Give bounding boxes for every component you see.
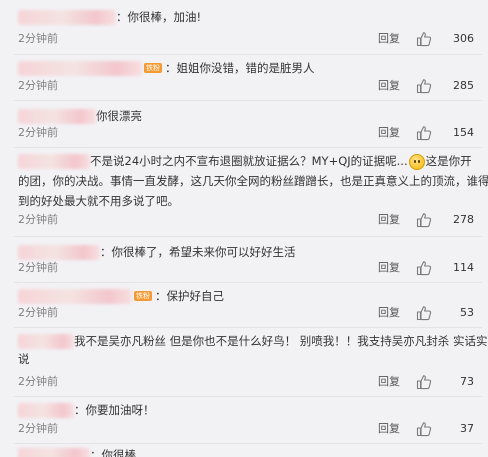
- fan-badge: 铁粉: [134, 290, 152, 301]
- comment-feed: ：你很棒，加油! 2分钟前 回复 306 铁粉 ：姐姐你没错，错的是脏男人 2分钟…: [0, 0, 488, 457]
- comment-text: ：你很棒，加油!: [116, 10, 202, 24]
- username-blurred[interactable]: [18, 109, 96, 124]
- comment-text: 不是说24小时之内不宣布退圈就放证据么？MY+QJ的证据呢...: [90, 154, 408, 168]
- comment-time: 2分钟前: [18, 126, 58, 139]
- comment-text: ：你要加油呀！: [74, 403, 155, 417]
- username-blurred[interactable]: [18, 61, 142, 76]
- smiling-face-emoji-icon: [408, 153, 425, 170]
- comment-time: 2分钟前: [18, 375, 58, 388]
- like-button[interactable]: 154: [416, 123, 474, 143]
- username-blurred[interactable]: [18, 10, 116, 25]
- reply-button[interactable]: 回复: [378, 76, 400, 96]
- thumbs-up-icon: [416, 213, 432, 228]
- comment-text: ：你很棒了，希望未来你可以好好生活: [100, 245, 296, 259]
- like-button[interactable]: 306: [416, 29, 474, 49]
- username-blurred[interactable]: [18, 403, 74, 418]
- thumbs-up-icon: [416, 306, 432, 321]
- comment-time: 2分钟前: [18, 32, 58, 45]
- like-count: 278: [453, 213, 474, 226]
- username-blurred[interactable]: [18, 448, 90, 457]
- like-button[interactable]: 73: [416, 372, 474, 392]
- comment-text: 我不是吴亦凡粉丝 但是你也不是什么好鸟！ 别喷我！！我支持吴亦凡封杀 实话实: [74, 334, 488, 348]
- username-blurred[interactable]: [18, 289, 132, 304]
- reply-button[interactable]: 回复: [378, 419, 400, 439]
- thumbs-up-icon: [416, 126, 432, 141]
- username-blurred[interactable]: [18, 334, 74, 349]
- username-blurred[interactable]: [18, 154, 90, 169]
- thumbs-up-icon: [416, 375, 432, 390]
- comment-text: 的团，你的决战。事情一直发酵，这几天你全网的粉丝蹭蹭长，也是正真意义上的顶流，谁…: [18, 174, 488, 188]
- comment-time: 2分钟前: [18, 213, 58, 226]
- comment-text: 这是你开: [425, 154, 472, 168]
- comment-text: 到的好处最大就不用多说了吧。: [18, 194, 179, 208]
- like-button[interactable]: 285: [416, 76, 474, 96]
- reply-button[interactable]: 回复: [378, 372, 400, 392]
- like-count: 154: [453, 126, 474, 139]
- thumbs-up-icon: [416, 422, 432, 437]
- comment-time: 2分钟前: [18, 261, 58, 274]
- like-button[interactable]: 278: [416, 210, 474, 230]
- like-count: 73: [460, 375, 474, 388]
- like-count: 37: [460, 422, 474, 435]
- like-count: 114: [453, 261, 474, 274]
- reply-button[interactable]: 回复: [378, 123, 400, 143]
- comment-text: ：你很棒: [90, 448, 136, 457]
- comment-time: 2分钟前: [18, 422, 58, 435]
- like-button[interactable]: 114: [416, 258, 474, 278]
- reply-button[interactable]: 回复: [378, 29, 400, 49]
- like-count: 285: [453, 79, 474, 92]
- thumbs-up-icon: [416, 261, 432, 276]
- comment-text: 你很漂亮: [96, 109, 142, 123]
- thumbs-up-icon: [416, 79, 432, 94]
- like-button[interactable]: 37: [416, 419, 474, 439]
- like-count: 306: [453, 32, 474, 45]
- reply-button[interactable]: 回复: [378, 303, 400, 323]
- like-button[interactable]: 53: [416, 303, 474, 323]
- thumbs-up-icon: [416, 32, 432, 47]
- comment-text: ：姐姐你没错，错的是脏男人: [165, 61, 315, 75]
- fan-badge: 铁粉: [144, 62, 162, 73]
- comment-time: 2分钟前: [18, 79, 58, 92]
- comment-text: 说: [18, 352, 30, 366]
- comment-time: 2分钟前: [18, 306, 58, 319]
- comment-text: ：保护好自己: [155, 289, 224, 303]
- like-count: 53: [460, 306, 474, 319]
- reply-button[interactable]: 回复: [378, 210, 400, 230]
- reply-button[interactable]: 回复: [378, 258, 400, 278]
